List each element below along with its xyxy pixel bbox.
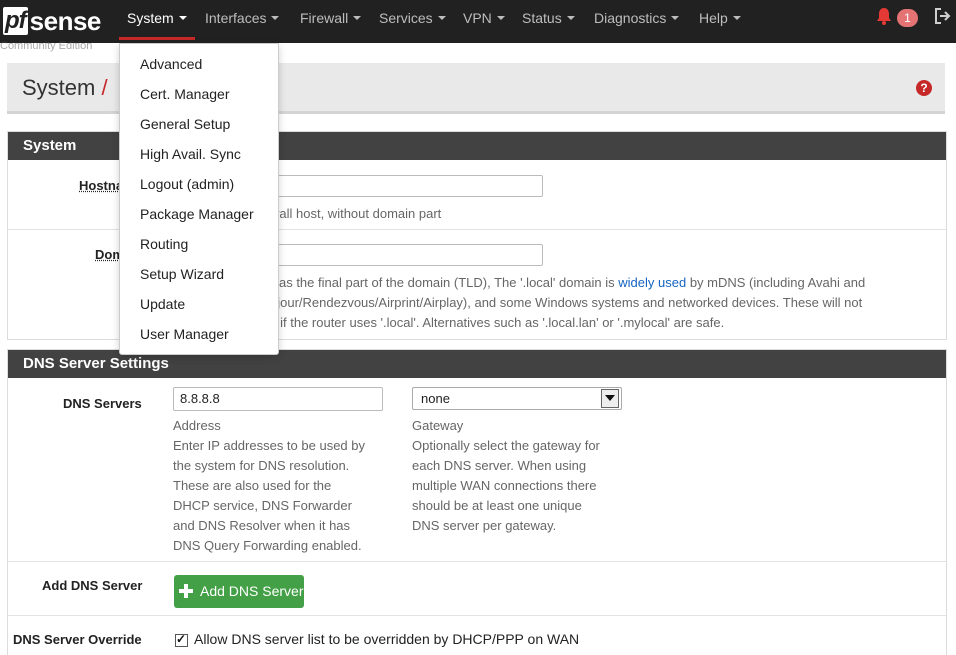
caret-down-icon	[671, 16, 680, 21]
menu-item-user-manager[interactable]: User Manager	[140, 326, 229, 342]
divider	[8, 561, 946, 562]
menu-item-update[interactable]: Update	[140, 296, 185, 312]
nav-interfaces[interactable]: Interfaces	[205, 0, 280, 43]
background-edition-text: Community Edition	[0, 40, 93, 52]
nav-diagnostics[interactable]: Diagnostics	[594, 0, 680, 43]
hostname-label: Hostna	[79, 178, 124, 193]
plus-icon	[179, 584, 193, 598]
menu-item-cert-manager[interactable]: Cert. Manager	[140, 86, 229, 102]
menu-item-general-setup[interactable]: General Setup	[140, 116, 230, 132]
caret-down-icon	[566, 16, 575, 21]
system-dropdown-menu: Advanced Cert. Manager General Setup Hig…	[119, 43, 279, 355]
add-dns-server-label: Add DNS Server	[42, 578, 143, 593]
breadcrumb-separator: /	[101, 75, 108, 100]
logo-sense: sense	[29, 6, 102, 36]
chevron-down-icon[interactable]	[601, 389, 619, 408]
add-dns-server-button[interactable]: Add DNS Server	[174, 575, 304, 608]
address-help: Enter IP addresses to be used by the sys…	[173, 438, 365, 553]
caret-down-icon	[437, 16, 446, 21]
widely-used-link[interactable]: widely used	[618, 275, 686, 290]
gateway-label: Gateway	[412, 418, 464, 433]
logo-pf: pf	[3, 7, 28, 35]
menu-item-advanced[interactable]: Advanced	[140, 56, 202, 72]
bell-icon[interactable]	[876, 7, 892, 25]
gateway-select[interactable]: none	[412, 387, 622, 410]
nav-firewall[interactable]: Firewall	[300, 0, 362, 43]
gateway-select-value: none	[421, 391, 450, 406]
menu-item-setup-wizard[interactable]: Setup Wizard	[140, 266, 224, 282]
nav-services[interactable]: Services	[379, 0, 446, 43]
caret-down-icon	[271, 16, 280, 21]
breadcrumb: System /	[22, 75, 108, 101]
dns-override-checkbox[interactable]	[175, 632, 188, 647]
domain-help-line3: y if the router uses '.local'. Alternati…	[270, 315, 725, 330]
nav-status[interactable]: Status	[522, 0, 575, 43]
notification-badge[interactable]: 1	[897, 9, 918, 27]
menu-item-high-avail-sync[interactable]: High Avail. Sync	[140, 146, 241, 162]
nav-vpn[interactable]: VPN	[463, 0, 505, 43]
logout-icon[interactable]	[934, 7, 952, 25]
domain-help-line2: ajour/Rendezvous/Airprint/Airplay), and …	[270, 295, 863, 310]
pfsense-logo[interactable]: pf sense	[3, 6, 101, 36]
dns-server-input[interactable]: 8.8.8.8	[173, 387, 383, 411]
menu-item-package-manager[interactable]: Package Manager	[140, 206, 254, 222]
domain-input[interactable]	[270, 244, 543, 266]
menu-item-logout[interactable]: Logout (admin)	[140, 176, 234, 192]
dns-server-panel: DNS Server Settings DNS Servers 8.8.8.8 …	[7, 349, 947, 655]
dns-servers-label: DNS Servers	[63, 396, 142, 411]
top-navbar: pf sense System Interfaces Firewall Servi…	[0, 0, 956, 43]
menu-item-routing[interactable]: Routing	[140, 236, 188, 252]
dns-override-text: Allow DNS server list to be overridden b…	[194, 631, 580, 647]
domain-help-line1: l' as the final part of the domain (TLD)…	[270, 275, 866, 290]
nav-help[interactable]: Help	[699, 0, 741, 43]
hostname-help: wall host, without domain part	[270, 206, 442, 221]
caret-down-icon	[732, 16, 741, 21]
caret-down-icon	[353, 16, 362, 21]
hostname-input[interactable]	[270, 175, 543, 197]
caret-down-icon	[496, 16, 505, 21]
divider	[8, 615, 946, 616]
caret-down-icon	[178, 16, 187, 21]
address-label: Address	[173, 418, 221, 433]
nav-system[interactable]: System	[119, 0, 195, 40]
help-icon[interactable]: ?	[916, 80, 932, 96]
gateway-help: Optionally select the gateway for each D…	[412, 438, 600, 533]
dns-override-label: DNS Server Override	[13, 632, 142, 647]
breadcrumb-system[interactable]: System	[22, 75, 95, 100]
